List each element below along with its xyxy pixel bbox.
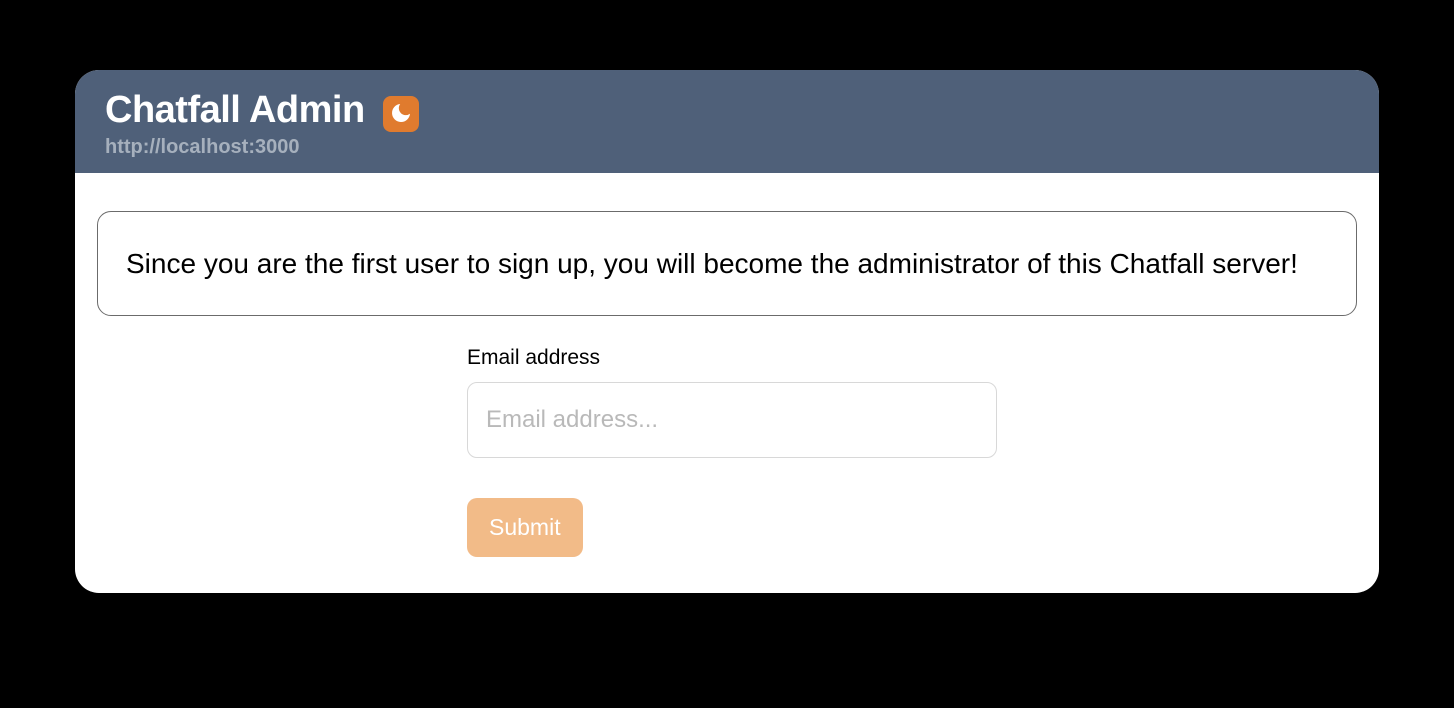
email-label: Email address: [467, 346, 1357, 370]
theme-toggle-button[interactable]: [383, 96, 419, 132]
content-area: Since you are the first user to sign up,…: [75, 173, 1379, 593]
app-title: Chatfall Admin: [105, 90, 365, 132]
info-box: Since you are the first user to sign up,…: [97, 211, 1357, 316]
header: Chatfall Admin http://localhost:3000: [75, 70, 1379, 173]
header-text: Chatfall Admin http://localhost:3000: [105, 90, 365, 159]
signup-form: Email address Submit: [97, 346, 1357, 557]
submit-button[interactable]: Submit: [467, 498, 583, 557]
moon-icon: [389, 101, 413, 128]
admin-window: Chatfall Admin http://localhost:3000 Sin…: [75, 70, 1379, 593]
email-field[interactable]: [467, 382, 997, 458]
server-url: http://localhost:3000: [105, 136, 365, 159]
info-message: Since you are the first user to sign up,…: [126, 242, 1328, 285]
